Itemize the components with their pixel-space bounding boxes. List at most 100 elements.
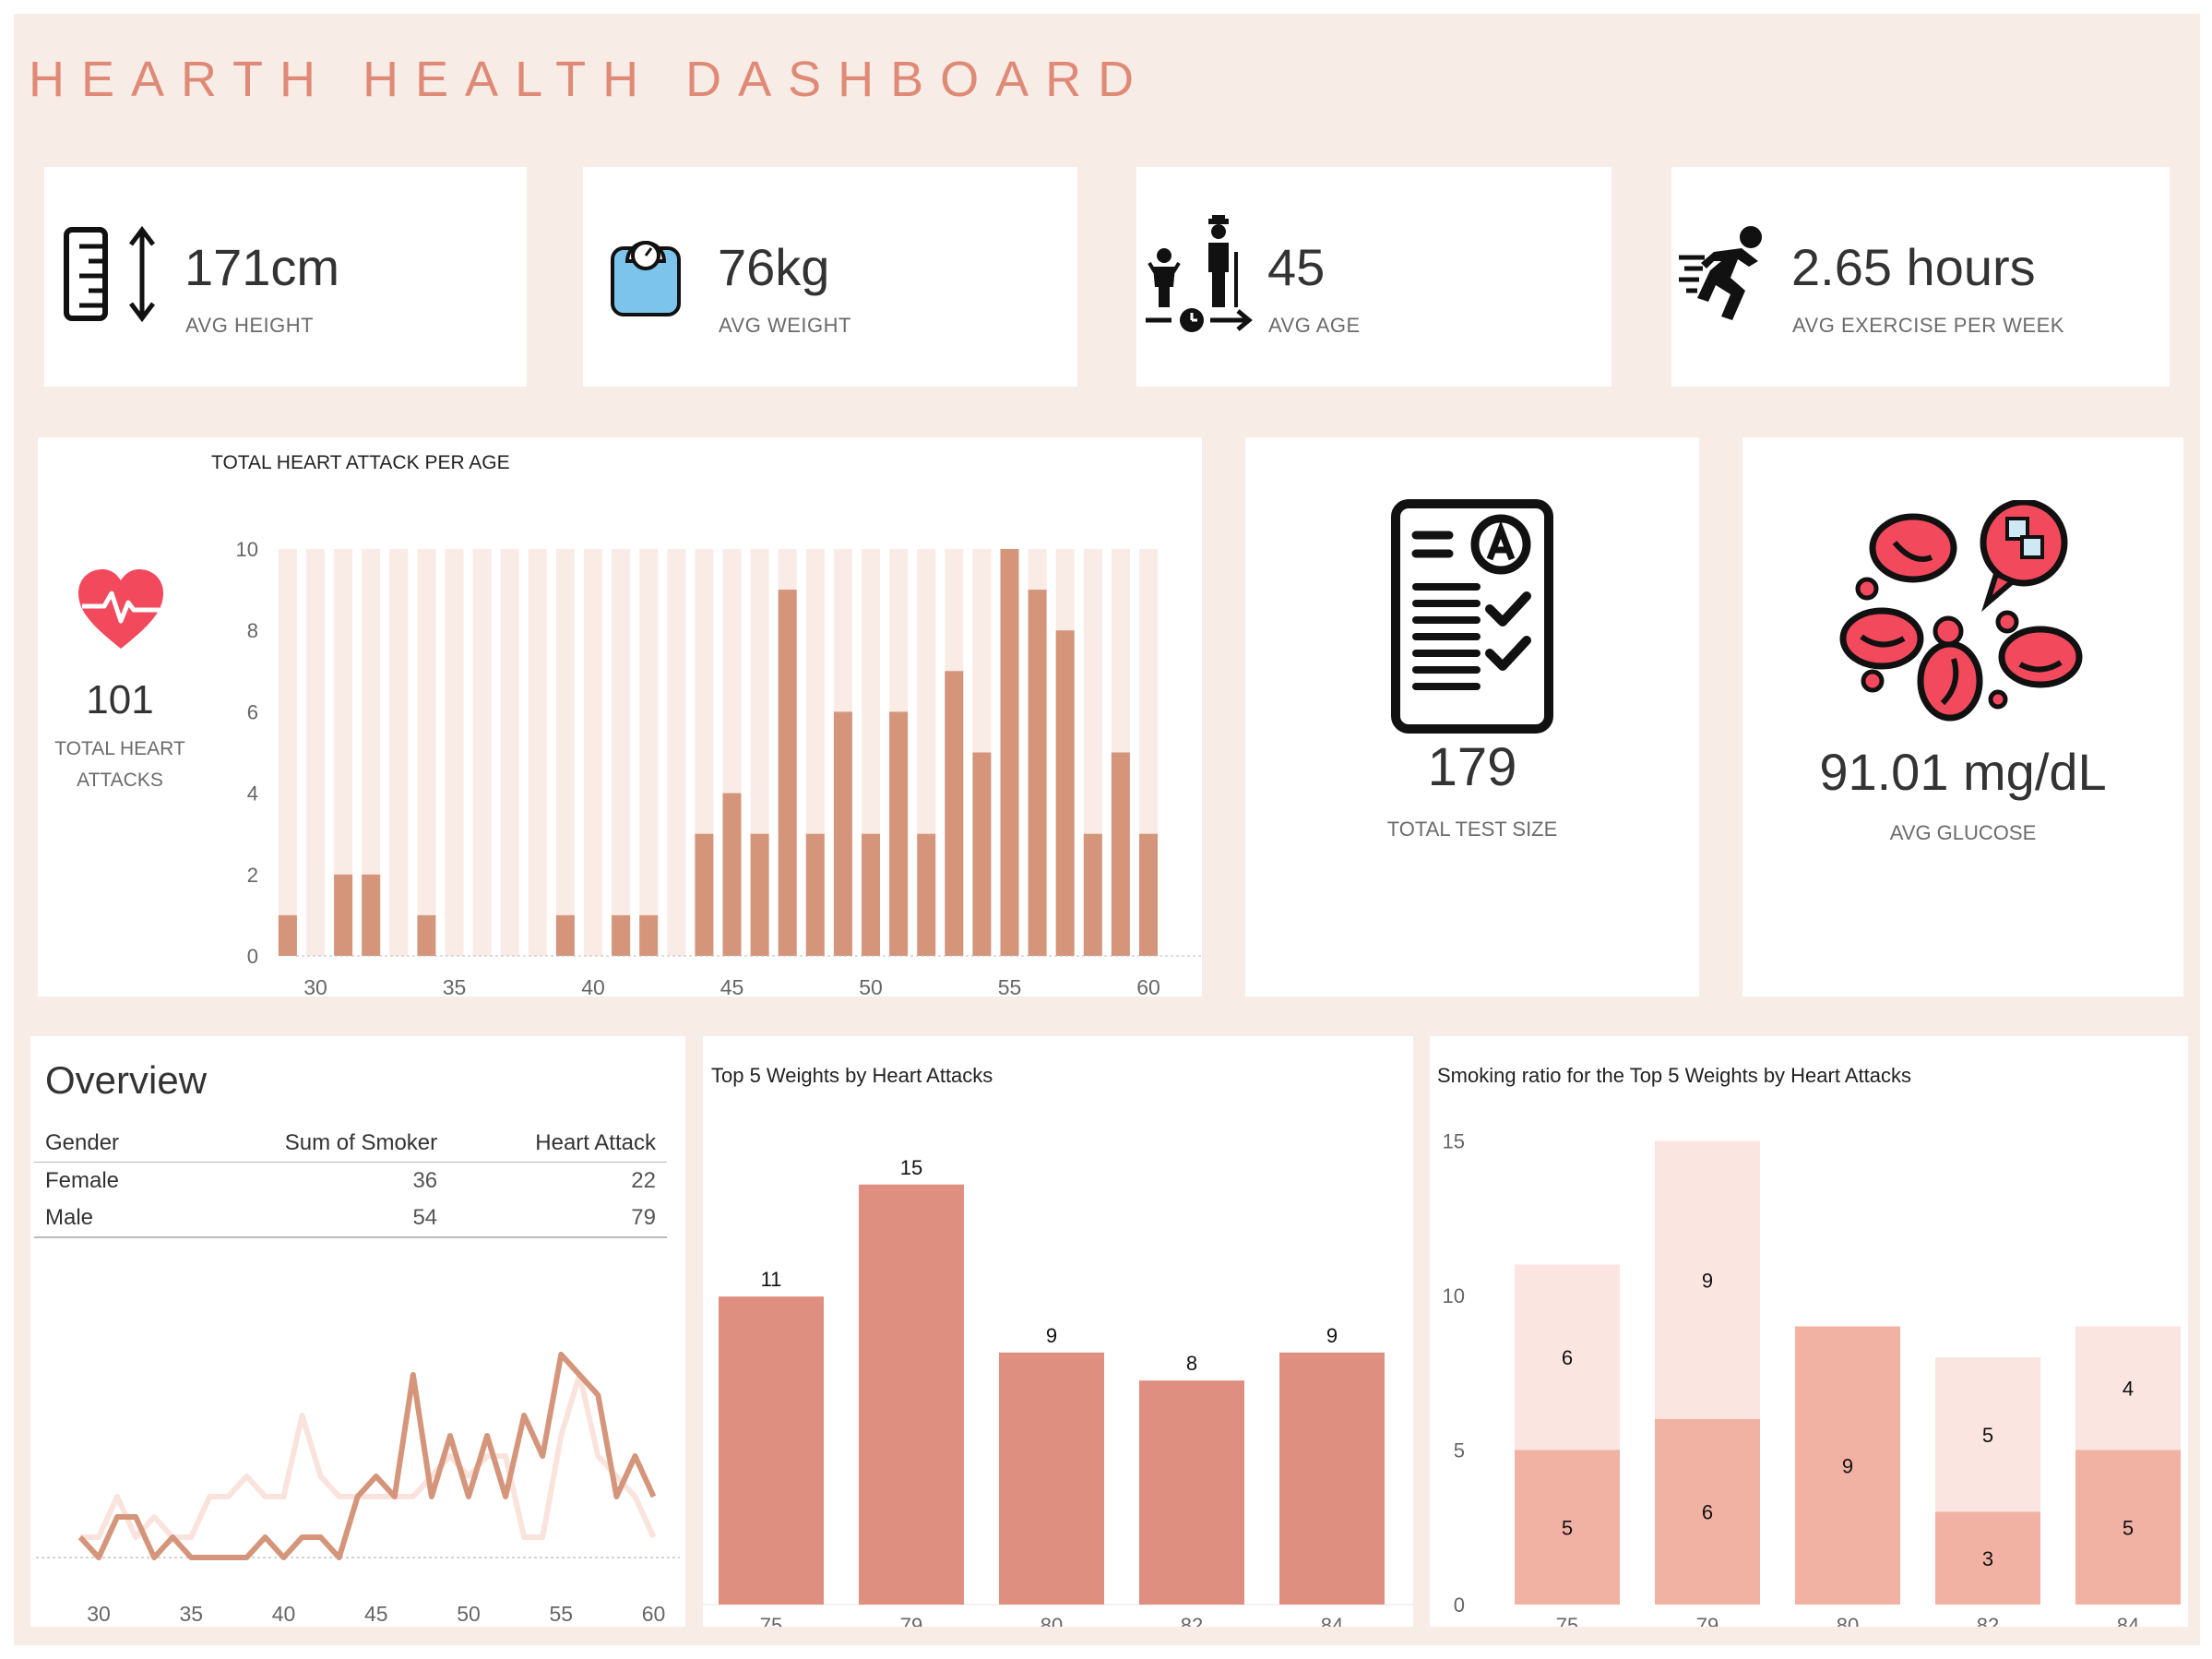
y-tick-label: 15: [1443, 1130, 1465, 1153]
ruler-height-icon: [64, 225, 155, 323]
y-tick-label: 5: [1454, 1439, 1465, 1462]
age-bar: [278, 914, 297, 956]
segment-label: 5: [1982, 1424, 1993, 1447]
overview-line-chart: 30 35 40 45 50 55 60: [36, 1352, 680, 1626]
blood-glucose-icon: [1839, 500, 2083, 722]
age-bar: [695, 833, 714, 956]
age-bar: [917, 833, 936, 956]
age-bar: [334, 874, 353, 956]
segment-label: 5: [1562, 1516, 1573, 1539]
running-person-icon: [1679, 226, 1762, 320]
top5-weights-chart: 11 75 15 79 9 80 8 82 9 84: [703, 1156, 1413, 1627]
weight-bar-label: 8: [1186, 1352, 1197, 1375]
age-bar-background: [472, 549, 492, 956]
x-tick-label: 84: [2117, 1614, 2139, 1627]
x-tick-label: 79: [1696, 1614, 1718, 1627]
age-progression-icon: [1146, 215, 1253, 332]
age-bar: [612, 914, 631, 956]
age-bar-background: [445, 549, 464, 956]
segment-label: 6: [1562, 1346, 1573, 1369]
x-tick-label: 45: [364, 1602, 388, 1626]
age-bar-background: [612, 549, 631, 956]
age-bar: [555, 914, 575, 956]
age-bar: [417, 914, 436, 956]
age-bar-background: [306, 549, 325, 956]
weight-bar: [1279, 1352, 1385, 1605]
segment-label: 9: [1842, 1454, 1853, 1477]
age-bar-background: [417, 549, 436, 956]
age-bar: [945, 671, 964, 956]
age-bar: [889, 711, 909, 956]
weight-bar-label: 11: [761, 1268, 782, 1291]
x-tick-label: 35: [179, 1602, 203, 1626]
age-bar-background: [278, 549, 297, 956]
weight-bar: [999, 1352, 1104, 1605]
y-tick-label: 4: [247, 782, 258, 806]
segment-label: 9: [1702, 1269, 1713, 1292]
smoking-ratio-card: Smoking ratio for the Top 5 Weights by H…: [1430, 1036, 2188, 1627]
dashboard-title: HEARTH HEALTH DASHBOARD: [29, 52, 1151, 107]
weight-bar: [719, 1296, 824, 1605]
x-tick-label: 30: [87, 1602, 111, 1626]
smoking-ratio-chart: 0 5 10 15 5 6 75 6 9 79 9 80 3 5 82 5 4 84: [1443, 1130, 2181, 1627]
avg-weight-label: AVG WEIGHT: [719, 314, 851, 337]
x-tick-label: 60: [1136, 975, 1160, 997]
avg-age-value: 45: [1267, 238, 1326, 296]
avg-weight-value: 76kg: [718, 238, 830, 296]
attacks-per-age-chart: 0 2 4 6 8 10 30 35 40 45 50 55 60: [236, 538, 1202, 997]
age-bar: [1028, 590, 1047, 956]
avg-height-label: AVG HEIGHT: [185, 314, 315, 337]
x-tick-label: 75: [1556, 1614, 1578, 1627]
kpi-card-age: 45 AVG AGE: [1136, 167, 1611, 387]
y-tick-label: 10: [1443, 1284, 1465, 1307]
age-bar: [1139, 833, 1158, 956]
age-bar: [862, 833, 880, 956]
age-bar-background: [555, 549, 575, 956]
x-tick-label: 40: [581, 975, 605, 997]
weight-bar-label: 9: [1046, 1324, 1057, 1347]
overview-card: Overview Gender Sum of Smoker Heart Atta…: [30, 1036, 685, 1627]
age-bar: [1111, 752, 1130, 956]
segment-label: 5: [2123, 1516, 2134, 1539]
age-bar-background: [584, 549, 602, 956]
weight-bar: [1139, 1380, 1244, 1605]
x-tick-label: 82: [1977, 1614, 1999, 1627]
age-bar: [1055, 630, 1075, 956]
age-bar: [805, 833, 825, 956]
x-tick-label: 82: [1181, 1614, 1203, 1627]
avg-glucose-label: AVG GLUCOSE: [1889, 821, 2037, 844]
kpi-card-weight: 76kg AVG WEIGHT: [583, 167, 1077, 387]
x-tick-label: 55: [549, 1602, 573, 1626]
kpi-card-height: 171cm AVG HEIGHT: [44, 167, 527, 387]
glucose-card: 91.01 mg/dL AVG GLUCOSE: [1742, 437, 2183, 997]
age-bar-background: [639, 549, 659, 956]
dashboard-page: HEARTH HEALTH DASHBOARD 171cm AVG HEIGHT…: [14, 14, 2200, 1645]
test-size-card: 179 TOTAL TEST SIZE: [1245, 437, 1699, 997]
age-bar: [639, 914, 659, 956]
y-tick-label: 8: [247, 619, 258, 642]
age-bar: [362, 874, 381, 956]
line-series: [79, 1372, 657, 1540]
avg-age-label: AVG AGE: [1268, 314, 1361, 337]
x-tick-label: 80: [1837, 1614, 1859, 1627]
weight-bar-label: 15: [900, 1156, 922, 1179]
age-bar: [722, 793, 742, 956]
test-size-label: TOTAL TEST SIZE: [1386, 818, 1558, 841]
x-tick-label: 60: [642, 1602, 666, 1626]
x-tick-label: 84: [1321, 1614, 1343, 1627]
age-bar: [778, 590, 797, 956]
weight-bar: [859, 1184, 964, 1605]
weight-bar-label: 9: [1326, 1324, 1338, 1347]
age-bar: [750, 833, 769, 956]
test-size-value: 179: [1427, 737, 1517, 797]
y-tick-label: 0: [1454, 1593, 1465, 1617]
avg-exercise-label: AVG EXERCISE PER WEEK: [1792, 314, 2064, 337]
segment-label: 6: [1702, 1501, 1713, 1524]
top5-weights-card: Top 5 Weights by Heart Attacks 11 75 15 79 9…: [703, 1036, 1413, 1627]
x-tick-label: 50: [859, 975, 883, 997]
age-bar-background: [528, 549, 547, 956]
x-tick-label: 79: [900, 1614, 922, 1627]
x-tick-label: 55: [998, 975, 1022, 997]
weighing-scale-icon: [611, 241, 681, 316]
age-bar-background: [500, 549, 519, 956]
